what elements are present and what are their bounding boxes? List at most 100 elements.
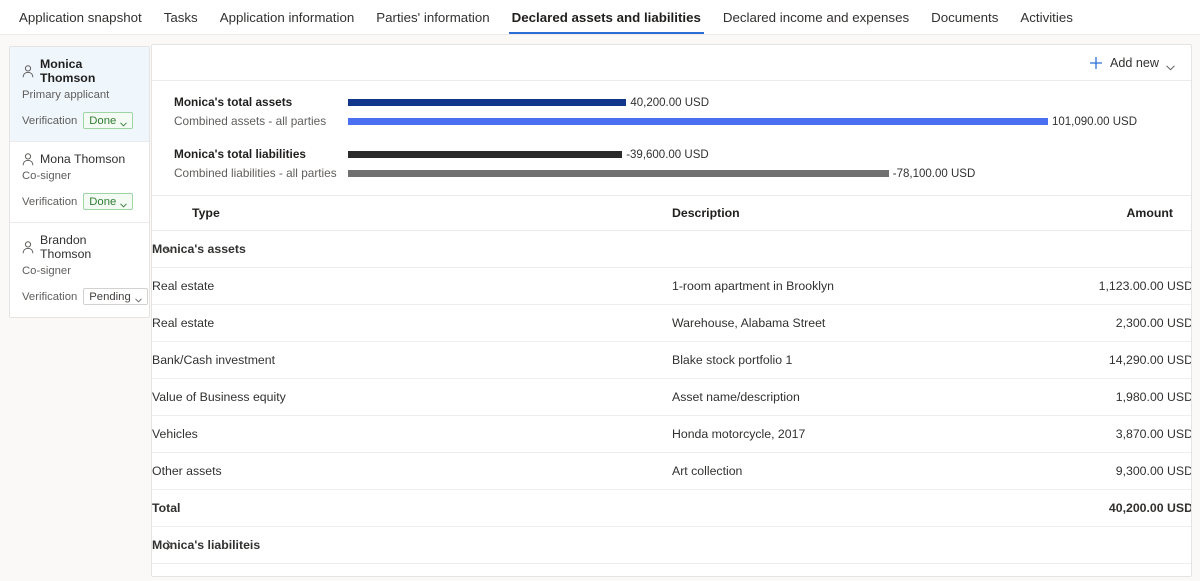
add-new-label: Add new: [1109, 55, 1159, 70]
verification-status-dropdown[interactable]: Pending: [83, 288, 148, 305]
column-header-type[interactable]: Type: [152, 196, 672, 231]
tab-tasks[interactable]: Tasks: [153, 0, 209, 34]
declared-assets-liabilities-card: Add new Monica's total assets 40,200.00 U…: [151, 44, 1192, 577]
cell-amount: 2,300.00 USD: [1012, 304, 1191, 342]
cell-description: Blake stock portfolio 1: [672, 341, 1012, 379]
bar-group-liabilities: Monica's total liabilities -39,600.00 USD…: [152, 145, 1191, 183]
tab-activities[interactable]: Activities: [1009, 0, 1083, 34]
table-row[interactable]: Other assets Art collection 9,300.00 USD: [152, 452, 1191, 490]
column-header-description[interactable]: Description: [672, 196, 1012, 231]
grid-total-row: Total 40,200.00 USD: [152, 489, 1191, 527]
cell-type-text: Vehicles: [152, 427, 198, 441]
cell-type: Real estate: [152, 304, 672, 342]
tab-application-snapshot[interactable]: Application snapshot: [8, 0, 153, 34]
status-badge: Done: [89, 195, 117, 208]
party-name-row: Brandon Thomson: [22, 233, 137, 261]
summary-bar-row: Combined assets - all parties 101,090.00 …: [152, 112, 1191, 131]
tab-label: Activities: [1020, 9, 1073, 25]
verification-status-dropdown[interactable]: Done: [83, 112, 134, 129]
chevron-right-icon[interactable]: [161, 537, 177, 553]
party-role: Primary applicant: [22, 89, 110, 101]
summary-bar-label: Combined assets - all parties: [174, 114, 327, 128]
tab-application-information[interactable]: Application information: [209, 0, 366, 34]
summary-bar-value: -39,600.00 USD: [626, 148, 709, 161]
tab-label: Application snapshot: [19, 9, 142, 25]
cell-type: Value of Business equity: [152, 378, 672, 416]
verification-row: Verification Done: [22, 112, 137, 129]
cell-type: Monica's assets: [152, 230, 672, 268]
verification-label: Verification: [22, 195, 78, 208]
table-row[interactable]: Bank/Cash investment Blake stock portfoli…: [152, 341, 1191, 379]
cell-type-text: Real estate: [152, 316, 215, 330]
summary-bar-row: Monica's total liabilities -39,600.00 USD: [152, 145, 1191, 164]
person-icon: [22, 64, 34, 78]
cell-amount: 14,290.00 USD: [1012, 341, 1191, 379]
summary-bar-fill: [348, 151, 623, 158]
tab-bar-divider: [0, 34, 1200, 35]
bar-group-assets: Monica's total assets 40,200.00 USD Combin…: [152, 93, 1191, 131]
cell-amount: 9,300.00 USD: [1012, 452, 1191, 490]
cell-type-text: Bank/Cash investment: [152, 353, 276, 367]
tab-label: Parties' information: [376, 9, 490, 25]
chevron-down-icon[interactable]: [161, 241, 177, 257]
party-name-row: Monica Thomson: [22, 57, 137, 85]
cell-amount: 40,200.00 USD: [1012, 489, 1191, 527]
cell-type-text: Value of Business equity: [152, 390, 286, 404]
verification-row: Verification Pending: [22, 288, 148, 305]
cell-amount: 1,980.00 USD: [1012, 378, 1191, 416]
tab-parties-information[interactable]: Parties' information: [365, 0, 500, 34]
cell-amount: 1,123.00.00 USD: [1012, 267, 1191, 305]
party-role: Co-signer: [22, 265, 71, 277]
chevron-down-icon: [120, 199, 128, 208]
party-card[interactable]: Monica Thomson Primary applicant Verificat…: [10, 47, 149, 142]
verification-label: Verification: [22, 114, 78, 127]
party-name: Monica Thomson: [40, 57, 96, 85]
chevron-down-icon: [134, 294, 142, 303]
party-role: Co-signer: [22, 170, 71, 182]
grid-group-row[interactable]: Monica's assets: [152, 230, 1191, 268]
table-row[interactable]: Real estate 1-room apartment in Brooklyn 1…: [152, 267, 1191, 305]
tab-declared-income-and-expenses[interactable]: Declared income and expenses: [712, 0, 920, 34]
add-new-button[interactable]: Add new: [1085, 48, 1179, 78]
grid-header: Type Description Amount: [152, 196, 1191, 231]
cell-amount: -39,600.00 USD: [1012, 563, 1191, 576]
cell-description: [672, 563, 1012, 576]
chevron-down-icon: [120, 118, 128, 127]
cell-description: [672, 526, 1012, 564]
cell-type: Monica's liabiliteis: [152, 526, 672, 564]
cell-type: Vehicles: [152, 415, 672, 453]
table-row[interactable]: Vehicles Honda motorcycle, 2017 3,870.00 U…: [152, 415, 1191, 453]
verification-status-dropdown[interactable]: Done: [83, 193, 134, 210]
grid-body: Monica's assets Real estate 1-room apartme…: [152, 230, 1191, 576]
cell-description: Warehouse, Alabama Street: [672, 304, 1012, 342]
summary-bar-label: Monica's total assets: [174, 95, 293, 109]
grid-header-row: Type Description Amount: [152, 196, 1191, 231]
summary-bar-fill: [348, 170, 889, 177]
parties-panel: Monica Thomson Primary applicant Verificat…: [9, 46, 150, 318]
tab-label: Declared assets and liabilities: [511, 9, 701, 25]
cell-type: Other assets: [152, 452, 672, 490]
cell-type: Bank/Cash investment: [152, 341, 672, 379]
table-row[interactable]: Real estate Warehouse, Alabama Street 2,30…: [152, 304, 1191, 342]
summary-bar-label: Monica's total liabilities: [174, 147, 306, 161]
summary-bar-chart: Monica's total assets 40,200.00 USD Combin…: [152, 81, 1191, 196]
cell-type: Total: [152, 489, 672, 527]
summary-bar-value: 40,200.00 USD: [630, 96, 709, 109]
cell-description: Art collection: [672, 452, 1012, 490]
tab-label: Documents: [931, 9, 999, 25]
summary-bar-track: 40,200.00 USD: [348, 93, 1191, 112]
person-icon: [22, 152, 34, 166]
summary-bar-track: -78,100.00 USD: [348, 164, 1191, 183]
cell-type-text: Total: [152, 575, 180, 576]
cell-type-text: Real estate: [152, 279, 215, 293]
tab-documents[interactable]: Documents: [920, 0, 1009, 34]
column-header-amount[interactable]: Amount: [1012, 196, 1191, 231]
tab-declared-assets-and-liabilities[interactable]: Declared assets and liabilities: [501, 0, 712, 34]
grid-group-row[interactable]: Monica's liabiliteis: [152, 526, 1191, 564]
verification-row: Verification Done: [22, 193, 137, 210]
party-card[interactable]: Mona Thomson Co-signer Verification Done: [10, 142, 149, 223]
table-row[interactable]: Value of Business equity Asset name/descr…: [152, 378, 1191, 416]
party-card[interactable]: Brandon Thomson Co-signer Verification Pend…: [10, 223, 149, 317]
summary-bar-track: -39,600.00 USD: [348, 145, 1191, 164]
cell-description: [672, 230, 1012, 268]
